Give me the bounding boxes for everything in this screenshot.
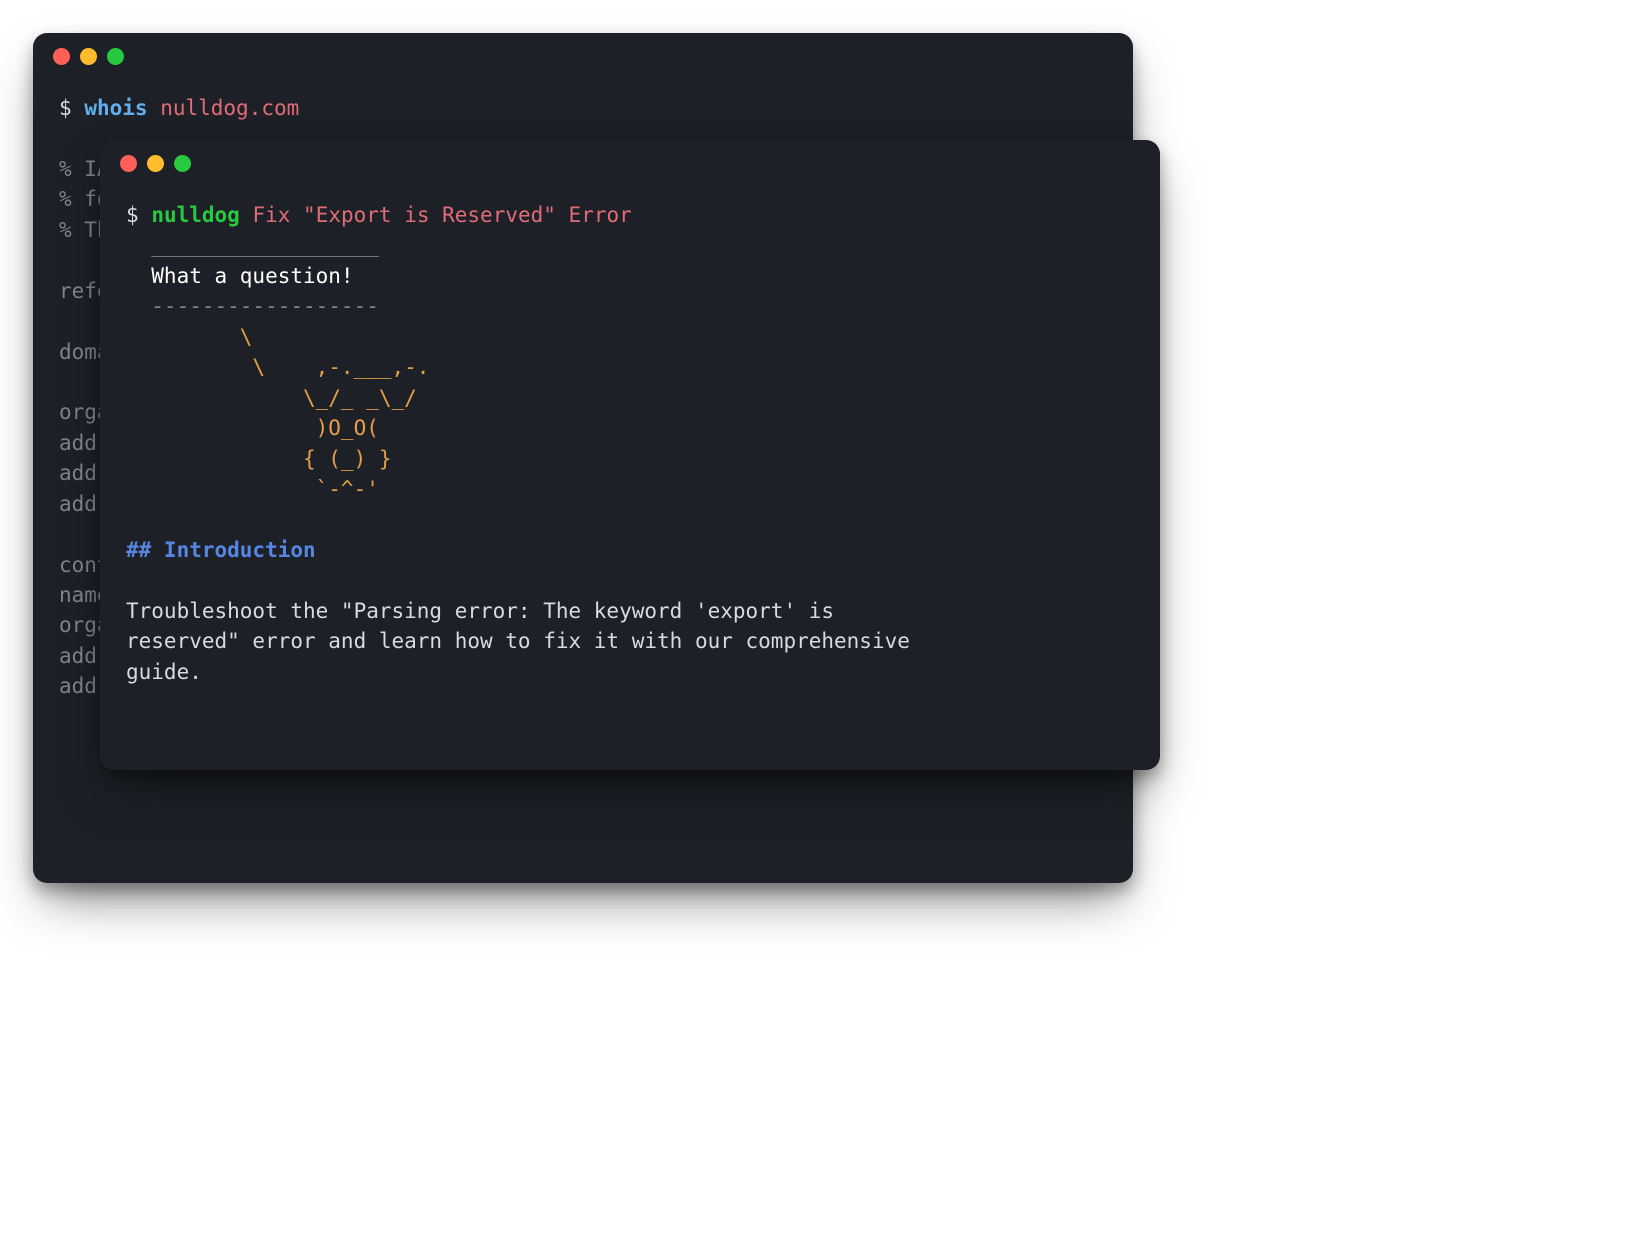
maximize-icon[interactable] [107, 48, 124, 65]
command-name: whois [84, 96, 147, 120]
close-icon[interactable] [53, 48, 70, 65]
titlebar-back [33, 33, 1133, 79]
terminal-window-front: $ nulldog Fix "Export is Reserved" Error… [100, 140, 1160, 770]
minimize-icon[interactable] [147, 155, 164, 172]
command-name: nulldog [151, 203, 240, 227]
prompt-symbol: $ [59, 96, 72, 120]
maximize-icon[interactable] [174, 155, 191, 172]
command-arg: nulldog.com [160, 96, 299, 120]
dog-ascii-art-icon: \ \ ,-.___,-. \_/_ _\_/ )O_O( { (_) } `-… [126, 325, 429, 501]
speech-border-top: __________________ [126, 233, 379, 257]
speech-border-bottom: ------------------ [126, 294, 379, 318]
close-icon[interactable] [120, 155, 137, 172]
terminal-content-front: $ nulldog Fix "Export is Reserved" Error… [100, 186, 1160, 701]
section-heading: ## Introduction [126, 538, 316, 562]
command-arg: Fix "Export is Reserved" Error [252, 203, 631, 227]
body-text: Troubleshoot the "Parsing error: The key… [126, 599, 910, 684]
titlebar-front [100, 140, 1160, 186]
minimize-icon[interactable] [80, 48, 97, 65]
prompt-symbol: $ [126, 203, 139, 227]
speech-text: What a question! [126, 264, 354, 288]
